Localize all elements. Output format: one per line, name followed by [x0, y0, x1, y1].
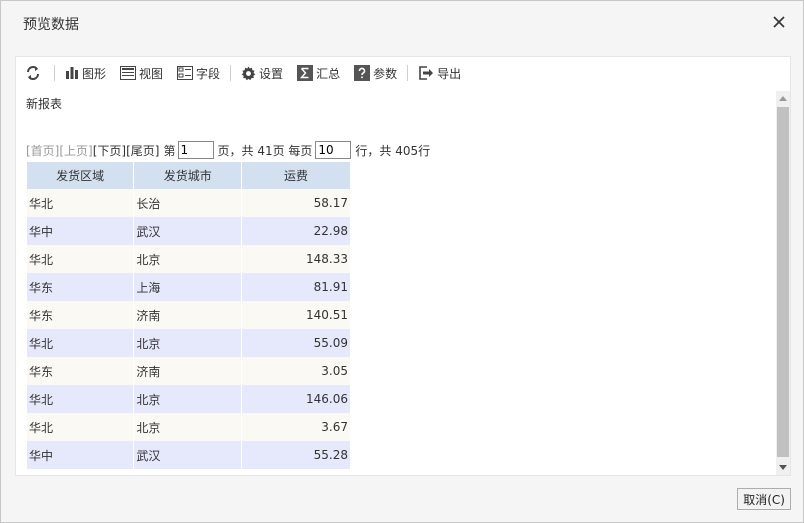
table-row: 华北 北京 55.09 [27, 329, 351, 357]
gear-icon [241, 65, 256, 80]
table-row: 华北 北京 3.67 [27, 413, 351, 441]
cell-city: 北京 [133, 385, 243, 413]
settings-button-label: 设置 [259, 66, 284, 81]
first-page-link[interactable]: [首页] [26, 142, 59, 159]
toolbar-separator [230, 65, 232, 81]
table-row: 华东 上海 81.91 [27, 273, 351, 301]
chart-button[interactable]: 图形 [61, 62, 110, 84]
cell-city: 上海 [133, 273, 243, 301]
cell-city: 北京 [133, 245, 243, 273]
cell-region: 华中 [27, 217, 135, 245]
params-button[interactable]: 参数 [350, 62, 401, 84]
chart-button-label: 图形 [82, 66, 107, 81]
toolbar-separator [407, 65, 409, 81]
cell-city: 北京 [133, 329, 243, 357]
export-button-label: 导出 [437, 66, 462, 81]
table-row: 华中 武汉 22.98 [27, 217, 351, 245]
cell-city: 济南 [133, 301, 243, 329]
cell-region: 华东 [27, 301, 135, 329]
column-header-region: 发货区域 [27, 162, 135, 189]
cell-freight: 55.09 [241, 329, 351, 357]
cell-region: 华北 [27, 385, 135, 413]
column-header-freight: 运费 [241, 162, 351, 189]
vertical-scrollbar[interactable] [776, 91, 790, 475]
toolbar-separator [54, 65, 55, 81]
cell-city: 北京 [133, 413, 243, 441]
view-button-label: 视图 [139, 66, 164, 81]
cell-region: 华中 [27, 441, 135, 469]
cell-freight: 58.17 [241, 189, 351, 217]
field-button[interactable]: 字段 [173, 62, 224, 84]
cell-freight: 146.06 [241, 385, 351, 413]
toolbar: 图形 视图 字段 设置 汇总 参数 导出 [16, 57, 790, 89]
scroll-down-icon[interactable] [776, 461, 790, 475]
data-table: 发货区域 发货城市 运费 华北 长治 58.17 华中 武汉 22.98 华北 … [27, 162, 351, 469]
preview-panel: 图形 视图 字段 设置 汇总 参数 导出 新报表 [首页] [上页] [下页] … [15, 56, 791, 476]
sigma-icon [297, 65, 314, 81]
cell-freight: 3.05 [241, 357, 351, 385]
settings-button[interactable]: 设置 [237, 62, 287, 84]
column-header-city: 发货城市 [133, 162, 243, 189]
summary-button-label: 汇总 [316, 66, 341, 81]
dialog-titlebar: 预览数据 [1, 1, 803, 45]
scrollbar-thumb[interactable] [777, 107, 789, 457]
table-row: 华北 北京 148.33 [27, 245, 351, 273]
table-row: 华中 武汉 55.28 [27, 441, 351, 469]
cell-city: 长治 [133, 189, 243, 217]
page-number-input[interactable] [177, 141, 214, 159]
cell-freight: 81.91 [241, 273, 351, 301]
refresh-button[interactable] [21, 62, 48, 84]
table-header-row: 发货区域 发货城市 运费 [27, 162, 351, 189]
cell-region: 华北 [27, 329, 135, 357]
prev-page-link[interactable]: [上页] [59, 142, 92, 159]
cell-region: 华北 [27, 189, 135, 217]
table-row: 华东 济南 140.51 [27, 301, 351, 329]
cell-freight: 55.28 [241, 441, 351, 469]
close-icon[interactable] [769, 12, 789, 32]
page-suffix: 页，共 41页 每页 [217, 143, 313, 158]
field-icon [177, 66, 194, 80]
cell-region: 华东 [27, 357, 135, 385]
cell-city: 武汉 [133, 441, 243, 469]
dialog-title: 预览数据 [23, 17, 79, 33]
report-title: 新报表 [26, 97, 63, 111]
cell-freight: 3.67 [241, 413, 351, 441]
last-page-link[interactable]: [尾页] [126, 142, 159, 159]
cell-city: 济南 [133, 357, 243, 385]
field-button-label: 字段 [196, 66, 221, 81]
cancel-button[interactable]: 取消(C) [737, 488, 791, 510]
view-button[interactable]: 视图 [116, 62, 167, 84]
next-page-link[interactable]: [下页] [93, 142, 126, 159]
scroll-up-icon[interactable] [776, 91, 790, 105]
cell-region: 华北 [27, 245, 135, 273]
bar-chart-icon [66, 67, 78, 79]
view-icon [120, 66, 137, 80]
params-button-label: 参数 [373, 66, 398, 81]
pagination: [首页] [上页] [下页] [尾页] 第 页，共 41页 每页 行，共 405… [26, 141, 430, 159]
cell-city: 武汉 [133, 217, 243, 245]
table-row: 华北 北京 146.06 [27, 385, 351, 413]
export-button[interactable]: 导出 [414, 62, 465, 84]
summary-button[interactable]: 汇总 [293, 62, 344, 84]
preview-dialog: 预览数据 图形 视图 字段 设置 汇总 参数 导出 新报表 [首页] [上页] … [0, 0, 804, 523]
table-row: 华东 济南 3.05 [27, 357, 351, 385]
refresh-icon [27, 66, 39, 80]
report-content: 新报表 [首页] [上页] [下页] [尾页] 第 页，共 41页 每页 行，共… [16, 89, 776, 475]
cell-region: 华东 [27, 273, 135, 301]
export-icon [419, 66, 434, 80]
cell-freight: 148.33 [241, 245, 351, 273]
cell-freight: 22.98 [241, 217, 351, 245]
cell-freight: 140.51 [241, 301, 351, 329]
page-size-input[interactable] [315, 141, 352, 159]
page-size-suffix: 行，共 405行 [355, 143, 431, 158]
table-row: 华北 长治 58.17 [27, 189, 351, 217]
page-prefix: 第 [163, 143, 176, 158]
cell-region: 华北 [27, 413, 135, 441]
question-icon [354, 65, 371, 81]
